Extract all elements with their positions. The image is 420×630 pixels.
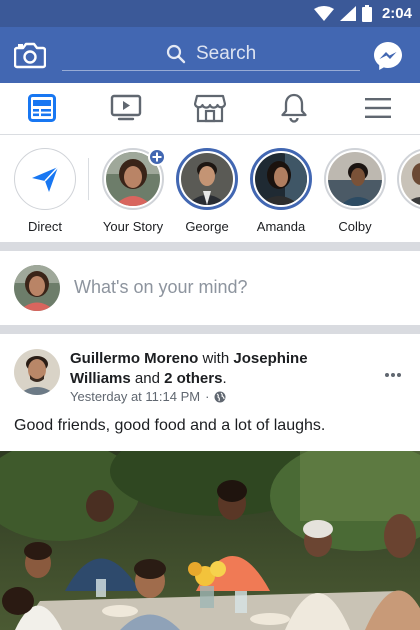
marketplace-icon <box>194 94 226 123</box>
george-avatar <box>181 153 233 205</box>
story-label: Direct <box>28 219 62 234</box>
more-dots-icon <box>385 373 401 377</box>
post-timestamp[interactable]: Yesterday at 11:14 PM <box>70 389 200 404</box>
top-nav: Search <box>0 27 420 83</box>
add-story-badge[interactable] <box>148 148 166 166</box>
signal-icon <box>339 6 356 21</box>
dinner-party-photo <box>0 426 420 630</box>
a-avatar <box>401 152 420 206</box>
camera-icon <box>13 42 47 69</box>
messenger-icon <box>374 42 402 70</box>
with-text: with <box>202 350 230 367</box>
feed-post: Guillermo Moreno with Josephine Williams… <box>0 335 420 630</box>
tab-menu[interactable] <box>362 93 394 123</box>
messenger-button[interactable] <box>372 40 404 72</box>
globe-icon <box>214 391 226 402</box>
send-direct-icon <box>32 166 59 192</box>
tab-bar <box>0 83 420 135</box>
post-options-button[interactable] <box>384 365 402 377</box>
tab-notifications[interactable] <box>278 93 310 123</box>
george-story-ring <box>176 148 238 210</box>
story-label: Amanda <box>256 219 306 234</box>
a-story-ring <box>397 148 420 210</box>
post-header: Guillermo Moreno with Josephine Williams… <box>70 349 370 389</box>
story-label: Your Story <box>102 219 164 234</box>
post-author-name[interactable]: Guillermo Moreno <box>70 350 198 367</box>
tab-watch[interactable] <box>110 93 142 123</box>
story-amanda[interactable]: Amanda <box>248 148 314 234</box>
user-avatar <box>14 265 60 311</box>
colby-story-ring <box>324 148 386 210</box>
story-label: George <box>185 219 229 234</box>
search-icon <box>166 44 186 64</box>
search-placeholder: Search <box>196 43 257 64</box>
your-story-ring <box>102 148 166 210</box>
status-icons: 2:04 <box>313 4 412 23</box>
status-bar: 2:04 <box>0 0 420 27</box>
and-text: and <box>134 370 160 387</box>
tab-marketplace[interactable] <box>194 93 226 123</box>
stories-divider <box>88 158 89 200</box>
post-meta: Yesterday at 11:14 PM · <box>70 389 226 404</box>
story-your-story[interactable]: Your Story <box>100 148 166 234</box>
story-george[interactable]: George <box>174 148 240 234</box>
colby-avatar <box>328 152 382 206</box>
plus-icon <box>152 152 162 162</box>
post-text: Good friends, good food and a lot of lau… <box>14 417 326 434</box>
story-a[interactable]: A <box>395 148 420 234</box>
post-photo[interactable] <box>0 426 420 630</box>
amanda-avatar <box>255 153 307 205</box>
story-colby[interactable]: Colby <box>322 148 388 234</box>
stories-tray: Direct Your Story George Amanda Colby <box>0 136 420 242</box>
hamburger-menu-icon <box>365 98 391 118</box>
status-time: 2:04 <box>381 5 412 22</box>
news-feed-icon <box>28 94 56 122</box>
story-direct[interactable]: Direct <box>12 148 78 234</box>
tab-news-feed[interactable] <box>26 93 58 123</box>
amanda-story-ring <box>250 148 312 210</box>
direct-button[interactable] <box>14 148 76 210</box>
meta-separator: · <box>205 389 210 404</box>
story-label: A <box>395 219 420 234</box>
camera-button[interactable] <box>13 41 47 69</box>
story-label: Colby <box>338 219 372 234</box>
wifi-icon <box>313 6 334 21</box>
tagged-others-link[interactable]: 2 others <box>164 370 222 387</box>
post-author-avatar[interactable] <box>14 349 60 395</box>
post-composer[interactable]: What's on your mind? <box>0 251 420 325</box>
search-field[interactable]: Search <box>62 39 360 71</box>
watch-video-icon <box>110 94 142 121</box>
header-period: . <box>222 370 227 387</box>
section-divider <box>0 325 420 334</box>
section-divider <box>0 242 420 251</box>
whats-on-your-mind-input[interactable]: What's on your mind? <box>74 277 248 298</box>
battery-icon <box>361 5 372 22</box>
bell-icon <box>281 93 307 123</box>
